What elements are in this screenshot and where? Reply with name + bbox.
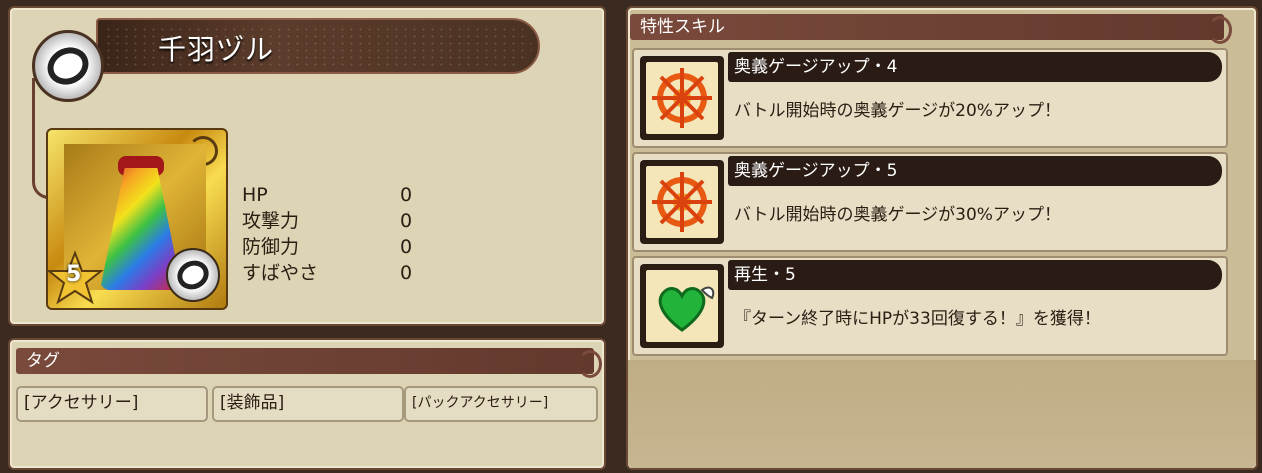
skill-description: 『ターン終了時にHPが33回復する！』を獲得！ — [734, 309, 1101, 329]
skill-item[interactable]: 奥義ゲージアップ・4 バトル開始時の奥義ゲージが20%アップ！ — [632, 48, 1228, 148]
skills-panel: 特性スキル 奥義ゲージアップ・4 バトル開始時の奥義ゲージが20%アップ！ 奥義… — [626, 6, 1258, 470]
stat-label: HP — [242, 184, 268, 206]
skill-item[interactable]: 再生・5 『ターン終了時にHPが33回復する！』を獲得！ — [632, 256, 1228, 356]
stat-row: すばやさ 0 — [242, 260, 440, 286]
sun-target-icon — [640, 160, 724, 244]
stat-value: 0 — [400, 236, 413, 258]
skill-title: 奥義ゲージアップ・5 — [728, 156, 1222, 186]
stat-value: 0 — [400, 210, 413, 232]
skills-header: 特性スキル — [630, 14, 1232, 44]
skill-item[interactable]: 奥義ゲージアップ・5 バトル開始時の奥義ゲージが30%アップ！ — [632, 152, 1228, 252]
stat-row: 攻撃力 0 — [242, 208, 440, 234]
winged-heart-icon — [640, 264, 724, 348]
stat-row: 防御力 0 — [242, 234, 440, 260]
tags-header-label: タグ — [26, 351, 60, 371]
stat-row: HP 0 — [242, 182, 440, 208]
item-name: 千羽ヅル — [158, 33, 275, 66]
ring-icon — [32, 30, 104, 102]
skills-header-label: 特性スキル — [640, 17, 725, 37]
sun-target-icon — [640, 56, 724, 140]
stats-list: HP 0 攻撃力 0 防御力 0 すばやさ 0 — [242, 182, 440, 286]
skill-title: 奥義ゲージアップ・4 — [728, 52, 1222, 82]
tag-accessory[interactable]: [アクセサリー] — [16, 386, 208, 422]
stat-label: 攻撃力 — [242, 210, 300, 232]
tag-ornament[interactable]: [装飾品] — [212, 386, 404, 422]
stat-value: 0 — [400, 262, 413, 284]
stat-label: すばやさ — [242, 262, 319, 284]
item-card[interactable]: 5 — [46, 128, 228, 310]
skill-title: 再生・5 — [728, 260, 1222, 290]
rarity-number: 5 — [66, 262, 82, 287]
curl-ornament-icon — [578, 350, 602, 378]
curl-ornament-icon — [1208, 16, 1232, 44]
tags-header: タグ — [16, 348, 602, 378]
stat-value: 0 — [400, 184, 413, 206]
tags-panel: タグ [アクセサリー] [装飾品] [パックアクセサリー] — [8, 338, 606, 470]
name-banner: 千羽ヅル — [96, 18, 540, 74]
skill-description: バトル開始時の奥義ゲージが30%アップ！ — [734, 205, 1061, 225]
stat-label: 防御力 — [242, 236, 300, 258]
ring-icon — [166, 248, 220, 302]
item-info-panel: 千羽ヅル 5 HP 0 攻撃力 0 防御力 0 すばやさ 0 — [8, 6, 606, 326]
tag-back-accessory[interactable]: [パックアクセサリー] — [404, 386, 598, 422]
panel-background — [628, 360, 1256, 468]
skill-description: バトル開始時の奥義ゲージが20%アップ！ — [734, 101, 1061, 121]
